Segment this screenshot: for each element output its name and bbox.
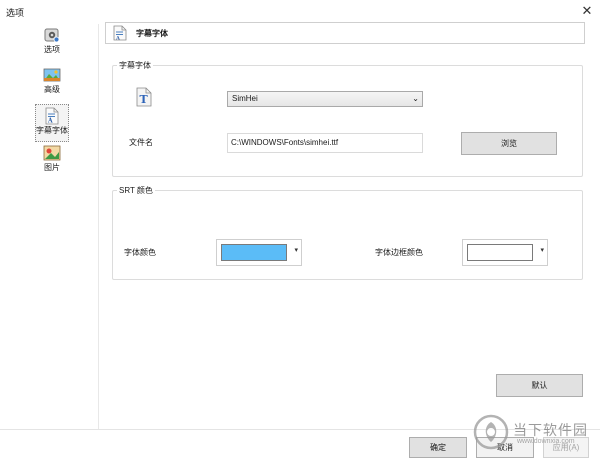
border-color-label: 字体边框颜色 — [375, 248, 423, 257]
window-title: 选项 — [6, 8, 25, 18]
font-group-legend: 字幕字体 — [117, 60, 153, 71]
options-icon — [44, 28, 60, 43]
default-button[interactable]: 默认 — [496, 374, 583, 397]
page-title: 字幕字体 — [136, 29, 168, 38]
border-color-picker[interactable]: ▾ — [462, 239, 548, 266]
font-select[interactable]: SimHei ⌄ — [227, 91, 423, 107]
border-color-swatch — [467, 244, 533, 261]
font-color-swatch — [221, 244, 287, 261]
svg-text:A: A — [47, 118, 53, 125]
picture-icon — [43, 145, 61, 161]
dropdown-arrow-icon: ▾ — [294, 247, 298, 254]
sidebar-item-advanced[interactable]: 高级 — [30, 66, 74, 104]
font-select-value: SimHei — [232, 94, 258, 103]
chevron-down-icon: ⌄ — [412, 94, 419, 103]
sidebar-item-label: 高级 — [44, 85, 60, 94]
sidebar: 选项 高级 A 字幕字体 图片 — [30, 24, 74, 182]
subtitle-font-icon: A — [45, 107, 59, 125]
svg-text:A: A — [115, 36, 120, 42]
svg-text:T: T — [140, 93, 149, 106]
sidebar-item-options[interactable]: 选项 — [30, 26, 74, 64]
sidebar-divider — [98, 24, 99, 429]
srt-color-group: SRT 颜色 字体颜色 ▾ 字体边框颜色 ▾ — [112, 185, 583, 280]
browse-button[interactable]: 浏览 — [461, 132, 557, 155]
font-file-icon: T — [136, 87, 152, 107]
sidebar-item-label: 图片 — [44, 163, 60, 172]
close-icon[interactable]: ✕ — [578, 2, 596, 20]
font-color-picker[interactable]: ▾ — [216, 239, 302, 266]
subtitle-font-icon: A — [113, 25, 127, 41]
footer-divider — [0, 429, 600, 430]
sidebar-item-label: 字幕字体 — [36, 126, 68, 135]
font-color-label: 字体颜色 — [124, 248, 156, 257]
sidebar-item-picture[interactable]: 图片 — [30, 144, 74, 182]
apply-button[interactable]: 应用(A) — [543, 437, 589, 458]
font-group: 字幕字体 T SimHei ⌄ 文件名 C:\WINDOWS\Fonts\sim… — [112, 60, 583, 177]
dropdown-arrow-icon: ▾ — [540, 247, 544, 254]
sidebar-item-label: 选项 — [44, 45, 60, 54]
file-name-label: 文件名 — [129, 138, 153, 147]
title-bar: 选项 ✕ — [0, 0, 600, 24]
advanced-icon — [43, 68, 61, 82]
sidebar-item-subtitle-font[interactable]: A 字幕字体 — [35, 104, 69, 142]
srt-group-legend: SRT 颜色 — [117, 185, 155, 196]
cancel-button[interactable]: 取消 — [476, 437, 534, 458]
ok-button[interactable]: 确定 — [409, 437, 467, 458]
file-path-field[interactable]: C:\WINDOWS\Fonts\simhei.ttf — [227, 133, 423, 153]
page-header: A 字幕字体 — [105, 22, 585, 44]
